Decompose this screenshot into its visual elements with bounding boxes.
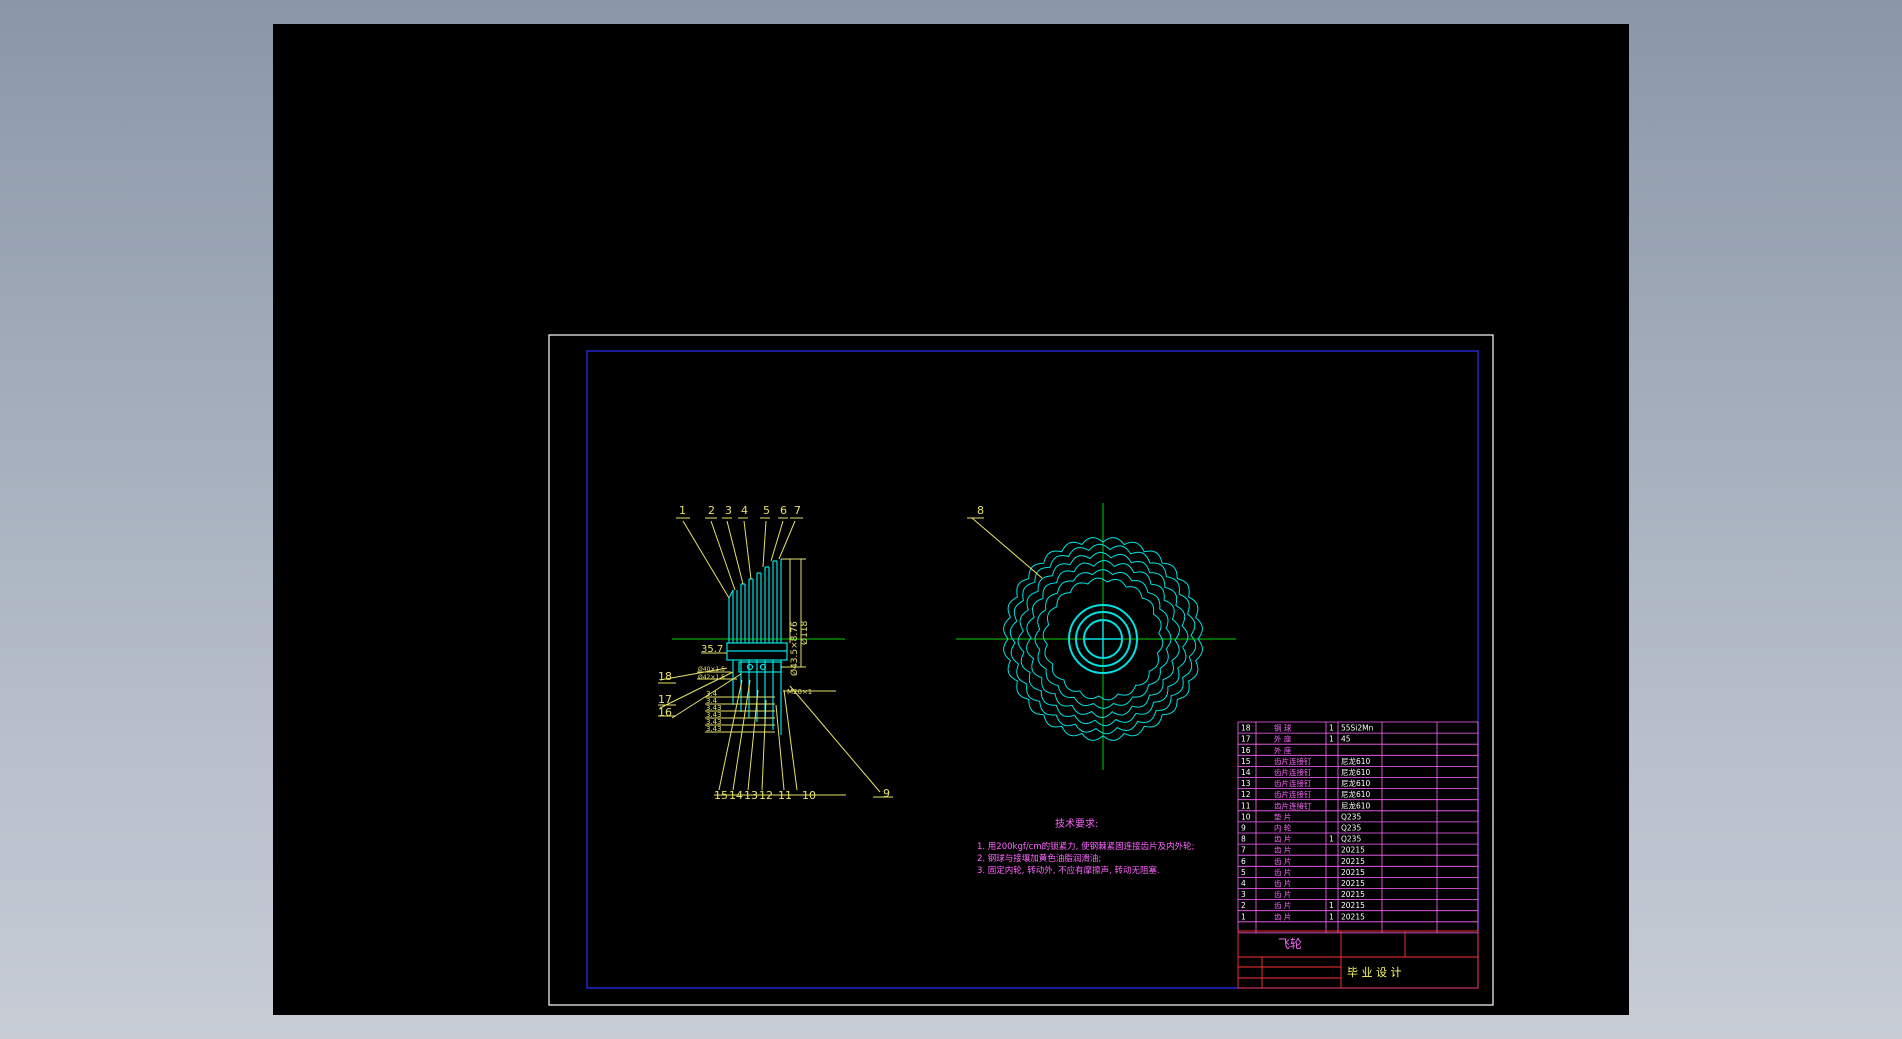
bom-name: 钢 球 [1274,723,1292,733]
bom-material: 尼龙610 [1341,756,1371,766]
bom-no: 11 [1241,801,1251,810]
bom-no: 15 [1241,757,1251,766]
bom-name: 齿 片 [1274,834,1291,844]
bom-material: Q235 [1341,812,1361,821]
callout-15: 15 [714,789,728,802]
dim-thread: M20×1 [787,688,812,696]
bom-no: 7 [1241,846,1246,855]
cad-drawing: 1 2 3 4 5 6 7 15 14 13 12 11 10 9 18 17 … [548,334,1494,1006]
bom-no: 10 [1241,812,1251,821]
bom-material: 20215 [1341,912,1365,921]
tech-item-3: 3. 固定内轮, 转动外, 不应有摩擦声, 转动无阻塞. [977,865,1160,876]
dim-small-2: Ø42×1.5 [698,674,725,681]
callout-6: 6 [780,504,787,517]
bom-material: 55Si2Mn [1341,724,1374,733]
callout-9: 9 [883,787,890,800]
tech-item-1: 1. 用200kgf/cm的锁紧力, 使钢棘紧固连接齿片及内外轮; [977,841,1194,852]
tech-item-2: 2. 钢球与接壤加黄色油脂润滑油; [977,853,1101,864]
callout-1: 1 [679,504,686,517]
tech-requirements: 技术要求: 1. 用200kgf/cm的锁紧力, 使钢棘紧固连接齿片及内外轮; … [977,817,1194,876]
bom-name: 齿 片 [1274,878,1291,888]
bom-no: 14 [1241,768,1251,777]
drawing-name: 飞轮 [1278,937,1302,951]
bom-name: 垫 片 [1274,811,1291,821]
bom-name: 齿片连接钉 [1274,756,1312,766]
bom-qty: 1 [1329,835,1334,844]
dim-overall: Ø118 [799,620,810,645]
bom-material: Q235 [1341,835,1361,844]
bom-material: 20215 [1341,857,1365,866]
callout-5: 5 [763,504,770,517]
callout-10: 10 [802,789,816,802]
bom-name: 外 座 [1274,734,1292,744]
spacer-dim-6: 3.43 [706,725,722,733]
callout-12: 12 [759,789,773,802]
bom-material: 20215 [1341,879,1365,888]
bom-name: 齿 片 [1274,900,1291,910]
callout-18: 18 [658,670,672,683]
bom-material: 20215 [1341,846,1365,855]
callout-2: 2 [708,504,715,517]
bom-name: 齿 片 [1274,845,1291,855]
bom-name: 齿片连接钉 [1274,789,1312,799]
side-view: 1 2 3 4 5 6 7 15 14 13 12 11 10 9 18 17 … [658,504,893,802]
tech-title: 技术要求: [1055,817,1098,830]
bom-qty: 1 [1329,735,1334,744]
bom-no: 1 [1241,912,1246,921]
bom-no: 3 [1241,890,1246,899]
bom-name: 齿片连接钉 [1274,778,1312,788]
bom-material: 20215 [1341,890,1365,899]
callout-8: 8 [977,504,984,517]
bom-name: 齿 片 [1274,856,1291,866]
bom-no: 4 [1241,879,1246,888]
bom-material: 20215 [1341,868,1365,877]
bom-no: 17 [1241,735,1251,744]
bom-material: 尼龙610 [1341,800,1371,810]
callout-17: 17 [658,693,672,706]
bom-no: 5 [1241,868,1246,877]
bom-material: 20215 [1341,901,1365,910]
bom-qty: 1 [1329,901,1334,910]
bom-material: 尼龙610 [1341,778,1371,788]
bom-no: 6 [1241,857,1246,866]
callout-14: 14 [729,789,743,802]
bom-material: 45 [1341,735,1351,744]
bom-no: 9 [1241,824,1246,833]
callout-11: 11 [778,789,792,802]
front-view: 8 [956,503,1236,770]
bom-no: 16 [1241,746,1251,755]
callout-3: 3 [725,504,732,517]
bom-name: 齿 片 [1274,867,1291,877]
callout-7: 7 [794,504,801,517]
dim-small-1: Ø40×1.5 [698,666,725,673]
bom-no: 12 [1241,790,1251,799]
bom-name: 内 轮 [1274,823,1292,833]
bom-name: 齿 片 [1274,889,1291,899]
bom-material: 尼龙610 [1341,767,1371,777]
callout-16: 16 [658,706,672,719]
bom-qty: 1 [1329,724,1334,733]
bom-material: 尼龙610 [1341,789,1371,799]
bom-no: 8 [1241,835,1246,844]
callout-13: 13 [744,789,758,802]
title-block-label: 毕 业 设 计 [1347,966,1402,979]
callout-4: 4 [741,504,748,517]
bom-no: 13 [1241,779,1251,788]
bom-material: Q235 [1341,824,1361,833]
bom-name: 齿 片 [1274,911,1291,921]
bom-name: 齿片连接钉 [1274,767,1312,777]
bom-no: 2 [1241,901,1246,910]
dim-width: 35.7 [701,644,723,655]
bom-name: 齿片连接钉 [1274,800,1312,810]
dim-diameter: Ø43.5×8.76 [789,621,800,676]
bom-qty: 1 [1329,912,1334,921]
bom-name: 外 座 [1274,745,1292,755]
parts-list: 18 钢 球 1 55Si2Mn17 外 座 1 4516 外 座15 齿片连接钉 尼龙61014… [1237,721,1479,989]
bom-no: 18 [1241,724,1251,733]
